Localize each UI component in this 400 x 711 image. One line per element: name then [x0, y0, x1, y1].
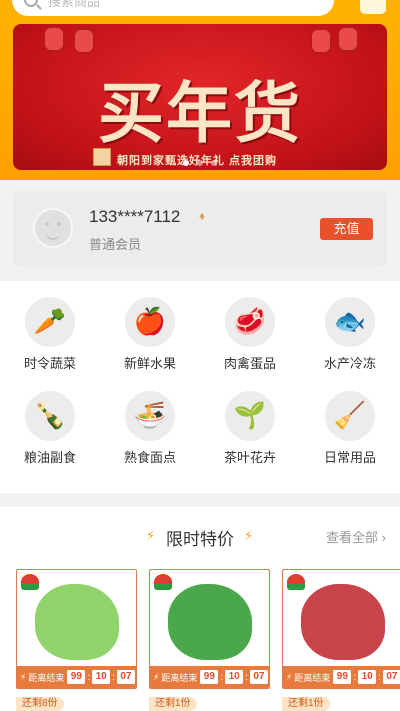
member-card: 133****7112 ♦ 普通会员 充值: [13, 191, 387, 267]
product-card[interactable]: ⚡ 距离结束 99: 10: 07: [149, 569, 270, 689]
stock-badge: 还剩1份: [282, 697, 330, 711]
product-card[interactable]: ⚡ 距离结束 99: 10: 07: [16, 569, 137, 689]
category-label: 肉禽蛋品: [223, 356, 276, 371]
countdown-minutes: 10: [358, 670, 377, 684]
countdown-hours: 99: [333, 670, 352, 684]
carousel-dot[interactable]: [183, 160, 189, 166]
search-placeholder: 搜索商品: [48, 0, 101, 9]
category-label: 茶叶花卉: [223, 450, 276, 465]
countdown-label: 距离结束: [28, 672, 65, 683]
stock-badge: 还剩1份: [149, 697, 197, 711]
broom-icon: 🧹: [333, 401, 367, 431]
diamond-icon: ♦: [199, 209, 206, 223]
lightning-icon: ⚡: [244, 528, 254, 543]
lightning-icon: ⚡: [20, 671, 27, 682]
countdown-seconds: 07: [116, 670, 135, 684]
countdown-bar: ⚡ 距离结束 99: 10: 07: [17, 666, 136, 688]
category-label: 日常用品: [323, 450, 376, 465]
pork-image: [301, 584, 385, 660]
countdown-label: 距离结束: [161, 672, 198, 683]
countdown-label: 距离结束: [294, 672, 331, 683]
category-item[interactable]: 🥕 时令蔬菜: [10, 297, 90, 372]
member-phone: 133****7112: [89, 207, 181, 226]
search-icon: [24, 0, 38, 7]
category-label: 水产冷冻: [323, 356, 376, 371]
countdown-hours: 99: [200, 670, 219, 684]
countdown-minutes: 10: [225, 670, 244, 684]
lightning-icon: ⚡: [153, 671, 160, 682]
category-item[interactable]: 🍎 新鲜水果: [110, 297, 190, 372]
category-grid: 🥕 时令蔬菜 🍎 新鲜水果 🥩 肉禽蛋品 🐟 水产冷冻 🍾 粮油副食 🍜 熟食面…: [0, 281, 400, 493]
meat-icon: 🥩: [233, 307, 267, 337]
category-label: 时令蔬菜: [23, 356, 76, 371]
banner-title: 买年货: [98, 74, 302, 152]
category-item[interactable]: 🍜 熟食面点: [110, 391, 190, 466]
category-item[interactable]: 🐟 水产冷冻: [310, 297, 390, 372]
noodle-bowl-icon: 🍜: [133, 401, 167, 431]
carousel-dot[interactable]: [211, 160, 217, 166]
store-logo-icon: [154, 574, 172, 590]
chevron-right-icon: ›: [381, 530, 386, 545]
countdown-bar: ⚡ 距离结束 99: 10: 07: [150, 666, 269, 688]
view-all-link[interactable]: 查看全部 ›: [326, 527, 386, 546]
category-item[interactable]: 🍾 粮油副食: [10, 391, 90, 466]
store-logo-icon: [21, 574, 39, 590]
lantern-icon: [43, 26, 65, 52]
member-level: 普通会员: [89, 237, 142, 252]
promo-banner[interactable]: 买年货 朝阳到家甄选好年礼 点我团购: [13, 24, 387, 170]
category-item[interactable]: 🌱 茶叶花卉: [210, 391, 290, 466]
category-label: 熟食面点: [123, 450, 176, 465]
countdown-seconds: 07: [382, 670, 400, 684]
product-card[interactable]: ⚡ 距离结束 99: 10: 07: [282, 569, 400, 689]
lantern-icon: [73, 28, 95, 54]
countdown-hours: 99: [67, 670, 86, 684]
carousel-dots: [13, 160, 387, 166]
category-label: 粮油副食: [23, 450, 76, 465]
avatar[interactable]: [33, 208, 73, 248]
store-logo-icon: [287, 574, 305, 590]
potted-plant-icon: 🌱: [233, 401, 267, 431]
category-item[interactable]: 🧹 日常用品: [310, 391, 390, 466]
lantern-icon: [337, 26, 359, 52]
message-icon[interactable]: [360, 0, 386, 14]
search-bar[interactable]: 搜索商品: [12, 0, 334, 16]
countdown-bar: ⚡ 距离结束 99: 10: 07: [283, 666, 400, 688]
countdown-minutes: 10: [92, 670, 111, 684]
category-label: 新鲜水果: [123, 356, 176, 371]
flash-sale-section: ⚡ 限时特价 ⚡ 查看全部 › ⚡ 距离结束 99: 10: 07 还剩8份 ⚡…: [0, 507, 400, 711]
apple-icon: 🍎: [133, 307, 167, 337]
flash-sale-header: ⚡ 限时特价 ⚡ 查看全部 ›: [0, 525, 400, 549]
lantern-icon: [310, 28, 332, 54]
fish-icon: 🐟: [333, 307, 367, 337]
lettuce-image: [35, 584, 119, 660]
carousel-dot[interactable]: [197, 160, 203, 166]
category-item[interactable]: 🥩 肉禽蛋品: [210, 297, 290, 372]
green-onion-image: [168, 584, 252, 660]
countdown-seconds: 07: [249, 670, 268, 684]
carrot-icon: 🥕: [33, 307, 67, 337]
recharge-button[interactable]: 充值: [320, 218, 373, 240]
oil-bottle-icon: 🍾: [33, 401, 67, 431]
view-all-label: 查看全部: [326, 530, 379, 545]
stock-badge: 还剩8份: [16, 697, 64, 711]
lightning-icon: ⚡: [286, 671, 293, 682]
